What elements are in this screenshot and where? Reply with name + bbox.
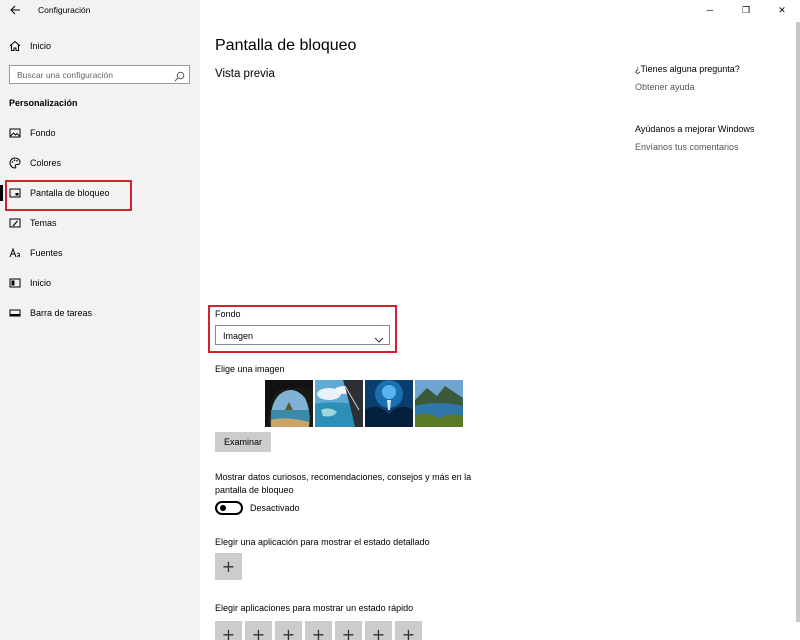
font-icon (9, 247, 21, 259)
sidebar-item-label: Fuentes (30, 248, 63, 258)
plus-icon: + (311, 624, 326, 640)
preview-label: Vista previa (215, 68, 275, 80)
home-nav-item[interactable]: Inicio (0, 36, 200, 56)
sidebar-item-label: Temas (30, 218, 57, 228)
feedback-link[interactable]: Envíanos tus comentarios (635, 142, 739, 152)
search-icon[interactable] (174, 69, 185, 82)
section-title: Personalización (9, 98, 78, 108)
sidebar-item-label: Barra de tareas (30, 308, 93, 318)
search-placeholder: Buscar una configuración (17, 70, 113, 80)
dropdown-value: Imagen (223, 331, 254, 341)
get-help-link[interactable]: Obtener ayuda (635, 82, 695, 92)
plus-icon: + (221, 556, 236, 576)
image-icon (9, 127, 21, 139)
sidebar-item-fondo[interactable]: Fondo (0, 122, 200, 144)
search-input[interactable]: Buscar una configuración (9, 65, 190, 84)
plus-icon: + (251, 624, 266, 640)
taskbar-icon (9, 307, 21, 319)
add-quick-app-button-2[interactable]: + (245, 621, 272, 640)
highlight-box (5, 180, 132, 211)
home-icon (9, 40, 21, 52)
sidebar: Configuración Inicio Buscar una configur… (0, 0, 200, 640)
detail-app-label: Elegir una aplicación para mostrar el es… (215, 537, 430, 547)
add-quick-app-button-3[interactable]: + (275, 621, 302, 640)
sidebar-item-inicio[interactable]: Inicio (0, 272, 200, 294)
sidebar-item-label: Fondo (30, 128, 56, 138)
add-quick-app-button-6[interactable]: + (365, 621, 392, 640)
palette-icon (9, 157, 21, 169)
sidebar-item-colores[interactable]: Colores (0, 152, 200, 174)
add-quick-app-button-5[interactable]: + (335, 621, 362, 640)
chevron-down-icon (374, 331, 384, 343)
app-title: Configuración (38, 5, 91, 15)
add-quick-app-button-4[interactable]: + (305, 621, 332, 640)
fun-facts-label: Mostrar datos curiosos, recomendaciones,… (215, 472, 472, 495)
add-quick-app-button-1[interactable]: + (215, 621, 242, 640)
start-icon (9, 277, 21, 289)
sidebar-item-barra-de-tareas[interactable]: Barra de tareas (0, 302, 200, 324)
window-controls: ─ ❐ ✕ (692, 0, 800, 22)
add-detail-app-button[interactable]: + (215, 553, 242, 580)
restore-button[interactable]: ❐ (728, 0, 764, 20)
selection-indicator (0, 185, 3, 201)
plus-icon: + (281, 624, 296, 640)
close-button[interactable]: ✕ (764, 0, 800, 20)
improve-windows-title: Ayúdanos a mejorar Windows (635, 124, 755, 134)
back-button[interactable] (6, 3, 24, 19)
minimize-button[interactable]: ─ (692, 0, 728, 20)
home-label: Inicio (30, 41, 52, 51)
quick-apps-label: Elegir aplicaciones para mostrar un esta… (215, 603, 414, 613)
back-arrow-icon (9, 5, 20, 15)
image-thumbnail-underwater[interactable] (365, 380, 413, 427)
titlebar: Configuración (0, 0, 200, 22)
image-thumbnail-airplane[interactable] (315, 380, 363, 427)
add-quick-app-button-7[interactable]: + (395, 621, 422, 640)
plus-icon: + (221, 624, 236, 640)
brush-icon (9, 217, 21, 229)
background-label: Fondo (215, 309, 241, 319)
sidebar-item-temas[interactable]: Temas (0, 212, 200, 234)
scrollbar[interactable] (796, 22, 800, 622)
help-question: ¿Tienes alguna pregunta? (635, 64, 740, 74)
image-thumbnail-cave[interactable] (265, 380, 313, 427)
toggle-state-label: Desactivado (250, 503, 300, 513)
fun-facts-toggle[interactable] (215, 501, 243, 515)
sidebar-item-fuentes[interactable]: Fuentes (0, 242, 200, 264)
sidebar-item-label: Inicio (30, 278, 52, 288)
sidebar-item-label: Colores (30, 158, 62, 168)
page-title: Pantalla de bloqueo (215, 37, 357, 54)
choose-image-label: Elige una imagen (215, 364, 285, 374)
plus-icon: + (371, 624, 386, 640)
background-dropdown[interactable]: Imagen (215, 325, 390, 345)
toggle-knob (220, 505, 226, 511)
plus-icon: + (401, 624, 416, 640)
browse-button[interactable]: Examinar (215, 432, 271, 452)
plus-icon: + (341, 624, 356, 640)
image-thumbnail-lake[interactable] (415, 380, 463, 427)
settings-window: Configuración Inicio Buscar una configur… (0, 0, 800, 640)
